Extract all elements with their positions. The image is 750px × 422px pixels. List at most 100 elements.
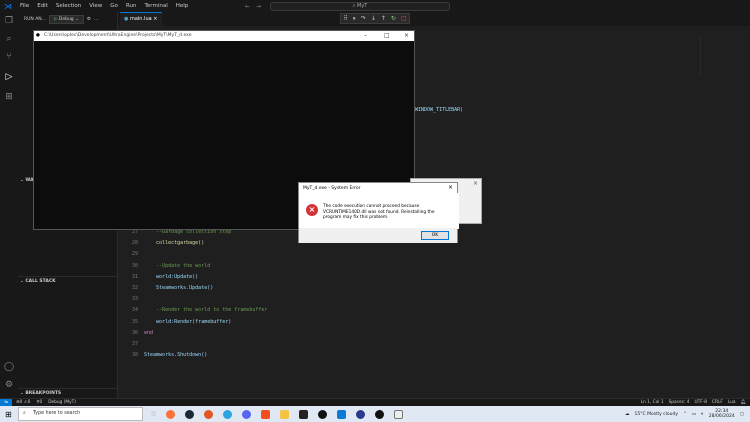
menu-file[interactable]: File (16, 3, 33, 9)
restart-icon[interactable]: ↻ (391, 15, 396, 22)
drag-handle-icon[interactable]: ⠿ (343, 15, 347, 22)
search-placeholder: Type here to search (33, 411, 81, 416)
ports-indicator[interactable]: ⚲0 (30, 399, 42, 406)
vscode-icon[interactable] (337, 409, 346, 419)
close-icon[interactable]: × (153, 16, 157, 22)
run-toolbar: RUN AN... ▷ Debug ⌄ ⚙ … (18, 12, 118, 26)
debug-config-label: Debug (58, 16, 74, 22)
console-titlebar[interactable]: ● C:\Users\oplec\Development\UltraEngine… (34, 31, 414, 41)
code-fragment: WINDOW_TITLEBAR) (415, 107, 463, 113)
close-icon[interactable]: × (473, 180, 478, 187)
step-over-icon[interactable]: ↷ (361, 15, 366, 22)
menu-view[interactable]: View (85, 3, 106, 9)
code-line[interactable]: 37 (120, 339, 144, 350)
menu-run[interactable]: Run (122, 3, 141, 9)
back-arrow-icon[interactable]: ← (245, 3, 250, 10)
code-line[interactable]: 28 collectgarbage() (120, 238, 204, 249)
breakpoints-label: BREAKPOINTS (25, 391, 62, 396)
code-text: world:Render(framebuffer) (144, 318, 232, 325)
code-line[interactable]: 29 (120, 249, 144, 260)
steam-icon[interactable] (185, 409, 194, 419)
debug-config-select[interactable]: ▷ Debug ⌄ (48, 14, 84, 24)
call-stack-section[interactable]: ⌄ CALL STACK (20, 279, 56, 284)
clock[interactable]: 22:34 28/06/2024 (709, 409, 735, 420)
code-line[interactable]: 34 --Render the world to the framebuffer (120, 305, 267, 316)
run-view-title: RUN AN... (24, 16, 46, 22)
close-icon[interactable]: × (404, 31, 409, 41)
gear-icon[interactable]: ⚙ (4, 380, 14, 390)
gear-icon[interactable]: ⚙ (87, 17, 91, 22)
minimap[interactable] (700, 36, 740, 76)
app-icon-3[interactable] (356, 409, 365, 419)
app-icon-4[interactable] (375, 409, 384, 419)
line-number: 28 (131, 240, 138, 247)
tray-chevron-icon[interactable]: ⌃ (683, 412, 687, 417)
line-number: 33 (131, 296, 138, 303)
extensions-icon[interactable]: ⊞ (4, 92, 14, 102)
app-icon-2[interactable] (318, 409, 327, 419)
remote-icon[interactable]: ⇆ (0, 399, 12, 406)
telegram-icon[interactable] (223, 409, 232, 419)
indentation[interactable]: Spaces: 4 (669, 399, 695, 406)
step-out-icon[interactable]: ↑ (381, 15, 386, 22)
tab-main-lua[interactable]: ● main.lua × (120, 12, 162, 26)
system-error-dialog: MyT_d.exe - System Error × × The code ex… (298, 182, 459, 243)
menu-go[interactable]: Go (106, 3, 122, 9)
figma-like-icon[interactable] (261, 409, 270, 419)
discord-icon[interactable] (242, 409, 251, 419)
file-explorer-icon[interactable] (280, 409, 289, 419)
run-debug-icon[interactable]: ▷ (4, 72, 14, 82)
app-icon[interactable] (204, 409, 213, 419)
firefox-icon[interactable] (166, 409, 175, 419)
language-mode[interactable]: Lua (728, 399, 741, 406)
code-line[interactable]: 32 Steamworks.Update() (120, 283, 213, 294)
volume-icon[interactable]: 🔈︎ (701, 411, 704, 417)
forward-arrow-icon[interactable]: → (256, 3, 261, 10)
pause-icon[interactable]: ⏸ (353, 15, 356, 23)
code-line[interactable]: 31 world:Update() (120, 272, 198, 283)
network-icon[interactable]: ▭ (692, 412, 696, 417)
weather-text[interactable]: 15°C Mostly cloudy (635, 412, 679, 417)
source-control-icon[interactable]: ⑂ (4, 52, 14, 62)
task-view-icon[interactable]: ⧉ (151, 410, 156, 419)
maximize-icon[interactable]: □ (384, 31, 390, 41)
problems-indicator[interactable]: ⊗0 ⚠0 (12, 399, 30, 406)
search-icon[interactable]: ⌕ (4, 34, 14, 44)
weather-icon[interactable]: ☁ (625, 412, 630, 417)
step-into-icon[interactable]: ↓ (371, 15, 376, 22)
minimize-icon[interactable]: – (364, 31, 367, 41)
terminal-icon[interactable] (299, 409, 308, 419)
notifications-icon[interactable]: 🔔︎ (741, 399, 750, 406)
menu-help[interactable]: Help (172, 3, 193, 9)
notifications-icon[interactable]: ▢ (740, 412, 744, 417)
debug-status[interactable]: Debug (MyT) (42, 399, 76, 406)
windows-start-icon[interactable]: ⊞ (5, 410, 12, 419)
cursor-position[interactable]: Ln 1, Col 1 (641, 399, 669, 406)
menu-selection[interactable]: Selection (52, 3, 85, 9)
close-icon[interactable]: × (448, 184, 453, 191)
console-app-icon[interactable] (394, 409, 403, 419)
command-search-input[interactable]: ⌕ MyT (270, 2, 450, 11)
line-number: 29 (131, 251, 138, 258)
line-ending[interactable]: CRLF (712, 399, 728, 406)
menu-terminal[interactable]: Terminal (140, 3, 171, 9)
encoding[interactable]: UTF-8 (694, 399, 712, 406)
stop-icon[interactable]: □ (401, 15, 407, 22)
menu-edit[interactable]: Edit (33, 3, 52, 9)
explorer-icon[interactable]: ❐ (4, 16, 14, 26)
watch-section[interactable]: ⌄ WA (20, 178, 34, 183)
error-icon: × (306, 204, 318, 216)
breakpoints-section[interactable]: ⌄ BREAKPOINTS (20, 391, 61, 396)
code-line[interactable]: 30 --Update the world (120, 261, 210, 272)
ok-button[interactable]: OK (421, 231, 449, 240)
taskbar-search-input[interactable]: ⌕ Type here to search (18, 407, 143, 421)
code-line[interactable]: 35 world:Render(framebuffer) (120, 317, 231, 328)
debug-toolbar: ⠿ ⏸ ↷ ↓ ↑ ↻ □ (340, 13, 410, 24)
more-icon[interactable]: … (94, 17, 99, 22)
line-number: 32 (131, 285, 138, 291)
editor-tabs (118, 12, 750, 26)
code-line[interactable]: 38 Steamworks.Shutdown() (120, 350, 207, 361)
code-line[interactable]: 36 end (120, 328, 153, 339)
code-line[interactable]: 33 (120, 294, 144, 305)
account-icon[interactable]: ◯ (4, 362, 14, 372)
